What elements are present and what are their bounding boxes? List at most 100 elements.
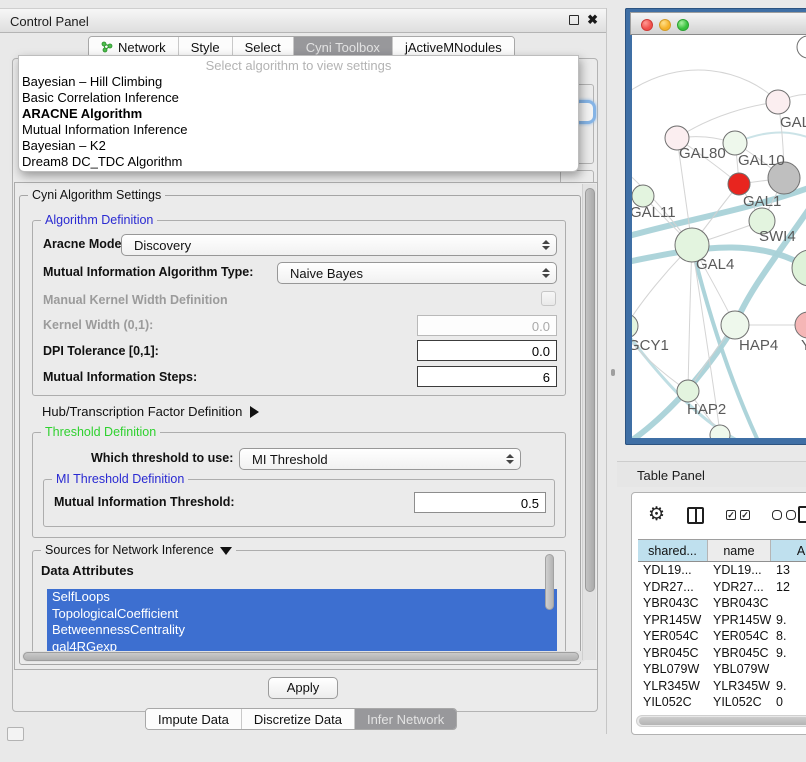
tab-infer-network[interactable]: Infer Network — [355, 709, 456, 729]
horizontal-scroll-thumb[interactable] — [23, 652, 579, 661]
partial-toolbar-icon[interactable] — [798, 506, 806, 523]
algorithm-option-aracne-algorithm[interactable]: ARACNE Algorithm — [19, 106, 578, 122]
close-icon[interactable]: ✖ — [587, 13, 598, 27]
network-graph[interactable]: GALGAL80GAL10GAL1GAL11SWI4GAL4GCY1HAP4YH… — [632, 35, 806, 438]
control-panel-titlebar: Control Panel ✖ — [0, 8, 606, 33]
table-row[interactable]: YER054CYER054C8. — [638, 628, 806, 645]
tab-label: Impute Data — [158, 712, 229, 727]
tab-impute-data[interactable]: Impute Data — [146, 709, 242, 729]
node-hap4[interactable] — [721, 311, 749, 339]
table-row[interactable]: YBR043CYBR043C — [638, 595, 806, 612]
mi-threshold-definition-group: MI Threshold Definition Mutual Informati… — [43, 479, 555, 527]
mi-algorithm-type-combo[interactable]: Naive Bayes — [277, 262, 557, 284]
algorithm-options-list: Bayesian – Hill ClimbingBasic Correlatio… — [19, 74, 578, 170]
aracne-mode-label: Aracne Mode: — [43, 237, 126, 251]
node-bottom[interactable] — [710, 425, 730, 438]
table-cell: YBR043C — [638, 595, 708, 612]
dpi-tolerance-field[interactable]: 0.0 — [417, 340, 557, 361]
network-icon — [101, 41, 113, 53]
table-row[interactable]: YDR27...YDR27...12 — [638, 579, 806, 596]
minimize-traffic-light-icon[interactable] — [659, 19, 671, 31]
columns-icon[interactable] — [687, 507, 704, 524]
select-all-columns-icon[interactable]: ✓ ✓ — [726, 510, 750, 520]
hub-definition-label: Hub/Transcription Factor Definition — [42, 404, 242, 419]
table-cell: YDR27... — [638, 579, 708, 596]
algorithm-option-basic-correlation-inference[interactable]: Basic Correlation Inference — [19, 90, 578, 106]
algorithm-option-dream8-dc-tdc-algorithm[interactable]: Dream8 DC_TDC Algorithm — [19, 154, 578, 170]
manual-kernel-width-checkbox[interactable] — [541, 291, 556, 306]
mi-steps-field[interactable]: 6 — [417, 366, 557, 387]
table-toolbar: ⚙ ✓ ✓ — [632, 493, 806, 537]
attribute-item-selfloops[interactable]: SelfLoops — [47, 589, 557, 606]
table-cell — [771, 595, 806, 612]
table-row[interactable]: YDL19...YDL19...13 — [638, 562, 806, 579]
attribute-item-betweennesscentrality[interactable]: BetweennessCentrality — [47, 622, 557, 639]
float-window-icon[interactable] — [569, 15, 579, 25]
attributes-list-scrollbar[interactable] — [545, 554, 554, 610]
column-header-name[interactable]: name — [708, 540, 771, 561]
network-window-titlebar[interactable] — [630, 12, 806, 35]
node-big-right[interactable] — [792, 250, 806, 286]
algorithm-option-bayesian-hill-climbing[interactable]: Bayesian – Hill Climbing — [19, 74, 578, 90]
zoom-traffic-light-icon[interactable] — [677, 19, 689, 31]
node-label-swi4: SWI4 — [759, 228, 796, 245]
unchecked-box-icon — [772, 510, 782, 520]
table-horizontal-scrollbar[interactable] — [636, 715, 806, 727]
unchecked-box-icon — [786, 510, 796, 520]
table-cell: YLR345W — [638, 678, 708, 695]
sources-title-row[interactable]: Sources for Network Inference — [41, 543, 236, 557]
node-gcy1[interactable] — [632, 314, 638, 338]
tab-jactivemnodules[interactable]: jActiveMNodules — [393, 37, 514, 57]
node-red[interactable] — [728, 173, 750, 195]
algorithm-option-mutual-information-inference[interactable]: Mutual Information Inference — [19, 122, 578, 138]
checked-box-icon: ✓ — [740, 510, 750, 520]
settings-group-title: Cyni Algorithm Settings — [28, 188, 165, 202]
network-edge — [688, 245, 692, 391]
tab-discretize-data[interactable]: Discretize Data — [242, 709, 355, 729]
table-cell: YBR043C — [708, 595, 771, 612]
panel-divider-grip[interactable] — [611, 369, 615, 376]
node-top-partial[interactable] — [797, 36, 806, 58]
node-gal-pink[interactable] — [766, 90, 790, 114]
network-canvas[interactable]: GALGAL80GAL10GAL1GAL11SWI4GAL4GCY1HAP4YH… — [632, 35, 806, 438]
node-salmon[interactable] — [795, 312, 806, 338]
gear-icon[interactable]: ⚙ — [648, 505, 665, 525]
attribute-item-topologicalcoefficient[interactable]: TopologicalCoefficient — [47, 606, 557, 623]
table-cell: YDL19... — [708, 562, 771, 579]
apply-button[interactable]: Apply — [268, 677, 338, 699]
close-traffic-light-icon[interactable] — [641, 19, 653, 31]
algorithm-combo-placeholder: Select algorithm to view settings — [19, 57, 578, 74]
table-scroll-thumb[interactable] — [639, 717, 806, 725]
settings-vertical-scrollbar[interactable] — [582, 184, 596, 660]
aracne-mode-combo[interactable]: Discovery — [121, 234, 557, 256]
dock-panel-icon[interactable] — [7, 727, 24, 741]
data-attributes-list[interactable]: SelfLoopsTopologicalCoefficientBetweenne… — [47, 589, 557, 653]
settings-horizontal-scrollbar[interactable] — [22, 651, 586, 662]
column-header-shared[interactable]: shared... — [638, 540, 708, 561]
algorithm-option-bayesian-k2[interactable]: Bayesian – K2 — [19, 138, 578, 154]
sources-group: Sources for Network Inference Data Attri… — [32, 550, 566, 654]
column-header-a[interactable]: A — [771, 540, 806, 561]
table-row[interactable]: YPR145WYPR145W9. — [638, 612, 806, 629]
table-row[interactable]: YLR345WYLR345W9. — [638, 678, 806, 695]
mi-threshold-field[interactable]: 0.5 — [414, 492, 546, 513]
tab-label: Network — [118, 40, 166, 55]
tab-cyni-toolbox[interactable]: Cyni Toolbox — [294, 37, 393, 57]
table-row[interactable]: YBL079WYBL079W — [638, 661, 806, 678]
tab-style[interactable]: Style — [179, 37, 233, 57]
table-cell: YER054C — [638, 628, 708, 645]
tab-select[interactable]: Select — [233, 37, 294, 57]
table-cell: 13 — [771, 562, 806, 579]
hub-definition-section[interactable]: Hub/Transcription Factor Definition — [42, 404, 259, 419]
tab-label: jActiveMNodules — [405, 40, 502, 55]
node-hap2[interactable] — [677, 380, 699, 402]
table-row[interactable]: YIL052CYIL052C0 — [638, 694, 806, 710]
which-threshold-combo[interactable]: MI Threshold — [239, 448, 521, 470]
collapsed-arrow-icon[interactable] — [250, 406, 259, 418]
vertical-scroll-thumb[interactable] — [585, 188, 595, 592]
kernel-width-field[interactable]: 0.0 — [417, 315, 557, 336]
table-row[interactable]: YBR045CYBR045C9. — [638, 645, 806, 662]
expanded-arrow-icon[interactable] — [220, 547, 232, 555]
deselect-all-columns-icon[interactable] — [772, 510, 796, 520]
tab-network[interactable]: Network — [89, 37, 179, 57]
